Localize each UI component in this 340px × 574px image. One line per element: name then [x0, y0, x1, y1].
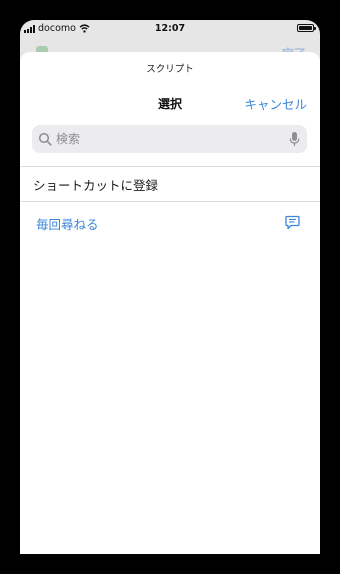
- list-item-label: 毎回尋ねる: [36, 217, 99, 232]
- search-bar[interactable]: [32, 125, 307, 153]
- status-time: 12:07: [154, 23, 186, 34]
- battery-icon: [297, 24, 316, 32]
- device-frame: docomo 12:07 完了 スクリプト 選択 キャンセル: [0, 0, 340, 574]
- screen: docomo 12:07 完了 スクリプト 選択 キャンセル: [20, 20, 320, 554]
- microphone-icon[interactable]: [289, 131, 300, 147]
- search-icon: [38, 132, 52, 146]
- divider: [20, 201, 320, 202]
- list-item-ask-each-time[interactable]: 毎回尋ねる: [20, 205, 320, 239]
- sheet-title: スクリプト: [146, 64, 194, 75]
- search-input[interactable]: [56, 125, 276, 153]
- list-item-register-shortcut[interactable]: ショートカットに登録: [20, 166, 320, 200]
- status-bar: docomo 12:07: [20, 20, 320, 36]
- list-item-label: ショートカットに登録: [33, 178, 159, 193]
- script-picker-sheet: スクリプト 選択 キャンセル ショートカットに登録: [20, 52, 320, 554]
- comment-icon: [285, 215, 300, 230]
- cancel-button[interactable]: キャンセル: [244, 94, 307, 113]
